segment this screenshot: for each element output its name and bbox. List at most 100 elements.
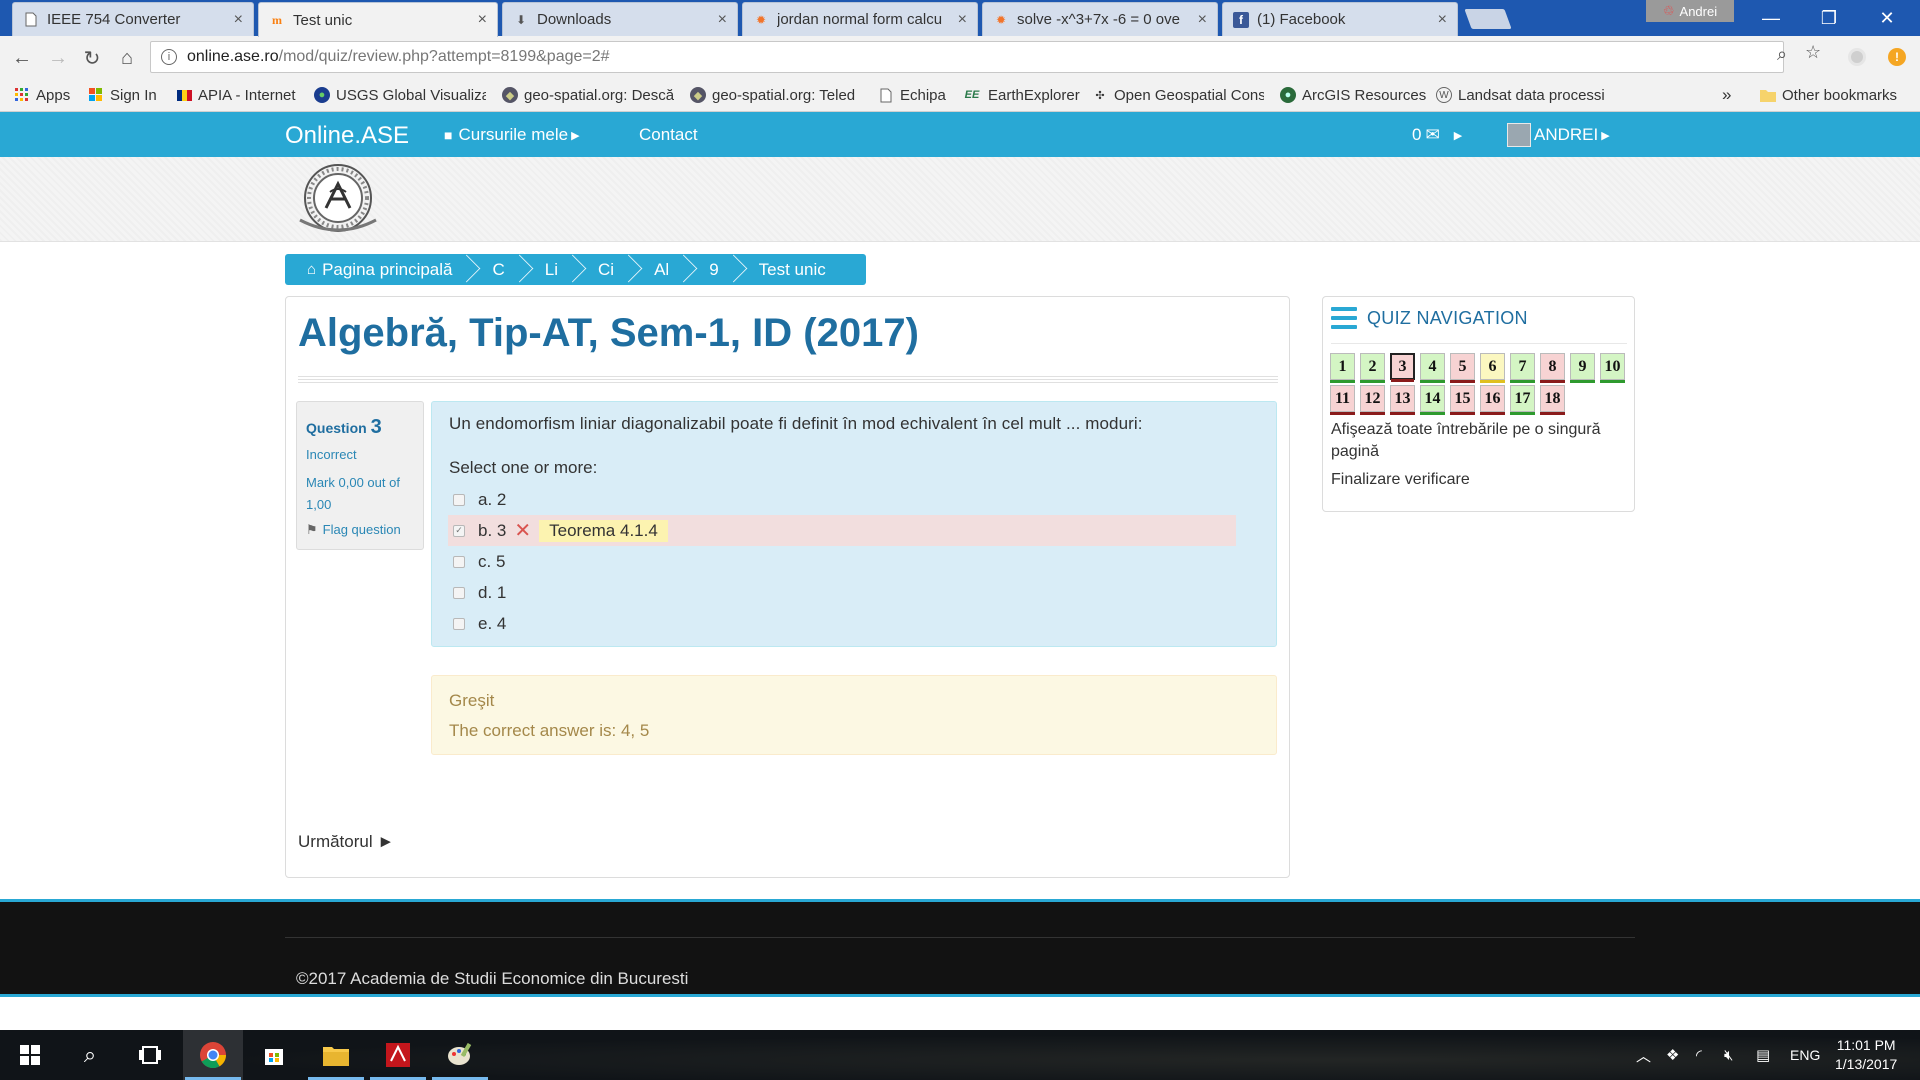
quiz-nav-question-7[interactable]: 7 bbox=[1510, 353, 1535, 383]
search-icon[interactable]: ⌕ bbox=[1777, 44, 1787, 65]
show-all-questions-link[interactable]: Afişează toate întrebările pe o singură … bbox=[1331, 419, 1634, 464]
acrobat-taskbar-icon[interactable] bbox=[368, 1030, 428, 1080]
chrome-taskbar-icon[interactable] bbox=[183, 1030, 243, 1080]
my-courses-menu[interactable]: ■ Cursurile mele ▶ bbox=[444, 125, 580, 145]
bookmark-earthexplorer[interactable]: EE EarthExplorer bbox=[962, 84, 1080, 106]
show-hidden-icons-icon[interactable]: ︿ bbox=[1636, 1030, 1651, 1080]
messages-menu[interactable]: 0 ✉ ▶ bbox=[1412, 125, 1462, 145]
other-bookmarks[interactable]: Other bookmarks bbox=[1760, 84, 1897, 106]
file-explorer-taskbar-icon[interactable] bbox=[306, 1030, 366, 1080]
reload-icon[interactable]: ↻ bbox=[78, 44, 106, 72]
tab-facebook[interactable]: f (1) Facebook × bbox=[1222, 2, 1458, 36]
quiz-nav-question-4[interactable]: 4 bbox=[1420, 353, 1445, 383]
info-icon[interactable]: i bbox=[161, 49, 177, 65]
ase-logo[interactable] bbox=[290, 162, 386, 236]
tab-solve-equation[interactable]: ✹ solve -x^3+7x -6 = 0 ove × bbox=[982, 2, 1218, 36]
breadcrumb-item[interactable]: Ci bbox=[578, 254, 634, 285]
quiz-nav-question-18[interactable]: 18 bbox=[1540, 385, 1565, 415]
tab-downloads[interactable]: ⬇ Downloads × bbox=[502, 2, 738, 36]
close-icon[interactable]: × bbox=[478, 11, 487, 29]
close-icon[interactable]: × bbox=[1438, 11, 1447, 29]
search-taskbar-icon[interactable]: ⌕ bbox=[60, 1030, 120, 1080]
start-button[interactable] bbox=[0, 1030, 60, 1080]
breadcrumb-item[interactable]: Test unic bbox=[739, 254, 846, 285]
close-icon[interactable]: × bbox=[1198, 11, 1207, 29]
quiz-nav-question-17[interactable]: 17 bbox=[1510, 385, 1535, 415]
breadcrumb-item[interactable]: Li bbox=[525, 254, 578, 285]
close-window-button[interactable]: ✕ bbox=[1858, 0, 1916, 36]
wifi-icon[interactable]: ◜ bbox=[1696, 1030, 1702, 1080]
minimize-button[interactable]: — bbox=[1742, 0, 1800, 36]
quiz-nav-question-5[interactable]: 5 bbox=[1450, 353, 1475, 383]
quiz-nav-question-11[interactable]: 11 bbox=[1330, 385, 1355, 415]
bookmark-sign-in[interactable]: Sign In bbox=[88, 84, 157, 106]
finish-review-link[interactable]: Finalizare verificare bbox=[1331, 469, 1470, 491]
breadcrumb-item[interactable]: 9 bbox=[689, 254, 738, 285]
answer-checkbox[interactable]: ✓ bbox=[453, 524, 465, 537]
bookmark-apps[interactable]: Apps bbox=[14, 84, 70, 106]
answer-checkbox[interactable] bbox=[453, 493, 465, 506]
bookmark-geo-spatial-2[interactable]: ◆ geo-spatial.org: Teled bbox=[690, 84, 860, 106]
answer-option-d[interactable]: d. 1 bbox=[448, 577, 1236, 608]
tab-ieee-754-converter[interactable]: IEEE 754 Converter × bbox=[12, 2, 254, 36]
quiz-nav-question-8[interactable]: 8 bbox=[1540, 353, 1565, 383]
breadcrumb-home[interactable]: ⌂ Pagina principală bbox=[285, 254, 472, 285]
quiz-nav-question-12[interactable]: 12 bbox=[1360, 385, 1385, 415]
quiz-nav-question-15[interactable]: 15 bbox=[1450, 385, 1475, 415]
restore-button[interactable]: ❐ bbox=[1800, 0, 1858, 36]
answer-option-c[interactable]: c. 5 bbox=[448, 546, 1236, 577]
user-menu[interactable]: ANDREI ▶ bbox=[1507, 123, 1610, 147]
tab-jordan-normal-form[interactable]: ✹ jordan normal form calcu × bbox=[742, 2, 978, 36]
forward-icon[interactable]: → bbox=[44, 44, 72, 72]
bookmark-apia[interactable]: APIA - Internet bbox=[176, 84, 300, 106]
back-icon[interactable]: ← bbox=[8, 44, 36, 72]
quiz-nav-question-3[interactable]: 3 bbox=[1390, 353, 1415, 382]
quiz-nav-question-9[interactable]: 9 bbox=[1570, 353, 1595, 383]
contact-link[interactable]: Contact bbox=[639, 125, 698, 145]
next-page-link[interactable]: Următorul ► bbox=[298, 832, 394, 852]
answer-checkbox[interactable] bbox=[453, 555, 465, 568]
language-indicator[interactable]: ENG bbox=[1790, 1030, 1820, 1080]
taskbar-clock[interactable]: 11:01 PM 1/13/2017 bbox=[1835, 1036, 1897, 1074]
answer-option-e[interactable]: e. 4 bbox=[448, 608, 1236, 639]
task-view-icon[interactable] bbox=[120, 1030, 180, 1080]
new-tab-button[interactable] bbox=[1464, 9, 1512, 29]
bookmark-landsat[interactable]: W Landsat data processi bbox=[1436, 84, 1604, 106]
store-taskbar-icon[interactable] bbox=[244, 1030, 304, 1080]
bookmark-arcgis[interactable]: ● ArcGIS Resources bbox=[1280, 84, 1426, 106]
bookmarks-overflow-button[interactable]: » bbox=[1722, 84, 1731, 106]
quiz-nav-question-1[interactable]: 1 bbox=[1330, 353, 1355, 383]
bookmark-geo-spatial-1[interactable]: ◆ geo-spatial.org: Descă bbox=[502, 84, 674, 106]
breadcrumb-item[interactable]: C bbox=[472, 254, 524, 285]
bookmark-ogc[interactable]: ✣ Open Geospatial Cons bbox=[1092, 84, 1264, 106]
volume-muted-icon[interactable]: 🔇︎ bbox=[1724, 1030, 1733, 1080]
dropbox-icon[interactable]: ❖ bbox=[1666, 1030, 1679, 1080]
answer-option-a[interactable]: a. 2 bbox=[448, 484, 1236, 515]
close-icon[interactable]: × bbox=[234, 11, 243, 29]
flag-question-button[interactable]: ⚑ Flag question bbox=[306, 519, 414, 541]
quiz-nav-question-2[interactable]: 2 bbox=[1360, 353, 1385, 383]
quiz-nav-question-10[interactable]: 10 bbox=[1600, 353, 1625, 383]
quiz-nav-question-16[interactable]: 16 bbox=[1480, 385, 1505, 415]
paint-taskbar-icon[interactable] bbox=[430, 1030, 490, 1080]
answer-checkbox[interactable] bbox=[453, 617, 465, 630]
extension-icon[interactable] bbox=[1848, 48, 1866, 66]
star-icon[interactable]: ☆ bbox=[1805, 42, 1821, 63]
action-center-icon[interactable]: ▤ bbox=[1756, 1030, 1770, 1080]
answer-checkbox[interactable] bbox=[453, 586, 465, 599]
bookmark-usgs[interactable]: ● USGS Global Visualiza bbox=[314, 84, 486, 106]
breadcrumb-item[interactable]: Al bbox=[634, 254, 689, 285]
menu-alert-icon[interactable]: ! bbox=[1888, 48, 1906, 66]
answer-option-b[interactable]: ✓ b. 3 ✕ Teorema 4.1.4 bbox=[448, 515, 1236, 546]
home-icon[interactable]: ⌂ bbox=[113, 44, 141, 72]
profile-button[interactable]: ♲ Andrei bbox=[1646, 0, 1734, 22]
close-icon[interactable]: × bbox=[958, 11, 967, 29]
quiz-nav-question-14[interactable]: 14 bbox=[1420, 385, 1445, 415]
quiz-nav-question-6[interactable]: 6 bbox=[1480, 353, 1505, 383]
tab-test-unic[interactable]: m Test unic × bbox=[258, 2, 498, 37]
site-brand[interactable]: Online.ASE bbox=[285, 122, 409, 150]
quiz-nav-question-13[interactable]: 13 bbox=[1390, 385, 1415, 415]
address-bar[interactable]: i online.ase.ro/mod/quiz/review.php?atte… bbox=[150, 41, 1784, 73]
bookmark-echipa[interactable]: Echipa bbox=[878, 84, 946, 106]
close-icon[interactable]: × bbox=[718, 11, 727, 29]
